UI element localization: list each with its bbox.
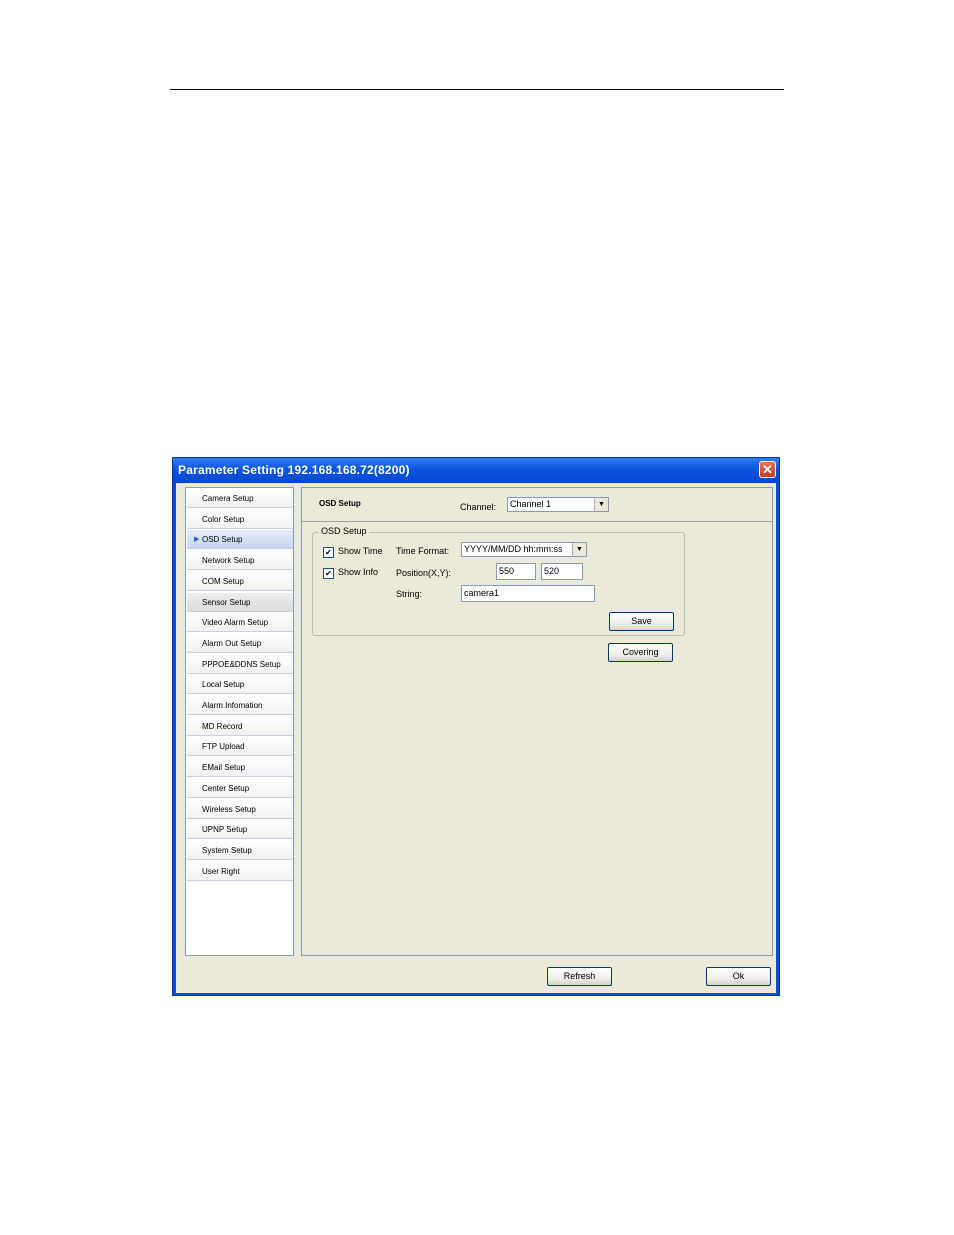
- sidebar-item-label: FTP Upload: [202, 742, 245, 752]
- sidebar-item[interactable]: Camera Setup: [187, 489, 293, 508]
- time-format-value: YYYY/MM/DD hh:mm:ss: [464, 544, 563, 554]
- sidebar-item-label: Video Alarm Setup: [202, 618, 269, 628]
- title-bar[interactable]: Parameter Setting 192.168.168.72(8200) ✕: [173, 458, 779, 483]
- sidebar-item-label: Sensor Setup: [202, 597, 251, 607]
- chevron-down-icon[interactable]: ▼: [572, 543, 586, 556]
- sidebar-item[interactable]: Alarm Out Setup: [187, 633, 293, 653]
- show-time-label: Show Time: [338, 546, 383, 556]
- sidebar-item[interactable]: PPPOE&DDNS Setup: [187, 654, 293, 674]
- sidebar-item[interactable]: ▶ OSD Setup: [187, 530, 293, 550]
- panel-header: OSD Setup Channel: Channel 1 ▼: [302, 488, 772, 522]
- sidebar-item[interactable]: Wireless Setup: [187, 799, 293, 819]
- window-title: Parameter Setting 192.168.168.72(8200): [178, 463, 410, 477]
- sidebar-item[interactable]: Alarm Infomation: [187, 696, 293, 715]
- sidebar-item[interactable]: System Setup: [187, 840, 293, 860]
- refresh-button[interactable]: Refresh: [547, 967, 612, 986]
- channel-select-value: Channel 1: [510, 499, 552, 509]
- show-info-label: Show Info: [338, 567, 379, 577]
- string-input[interactable]: camera1: [461, 585, 595, 602]
- sidebar-item[interactable]: Video Alarm Setup: [187, 613, 293, 633]
- sidebar-item[interactable]: UPNP Setup: [187, 820, 293, 840]
- sidebar-item[interactable]: Center Setup: [187, 778, 293, 798]
- channel-label: Channel:: [460, 502, 497, 512]
- sidebar-item[interactable]: MD Record: [187, 716, 293, 736]
- sidebar-item[interactable]: FTP Upload: [187, 737, 293, 757]
- sidebar-item-label: Network Setup: [202, 556, 255, 566]
- sidebar-item-label: User Right: [202, 866, 240, 876]
- sidebar-item[interactable]: Network Setup: [187, 551, 293, 571]
- sidebar-item-label: System Setup: [202, 845, 252, 855]
- chevron-down-icon[interactable]: ▼: [594, 498, 608, 511]
- settings-sidebar: Camera Setup Color Setup ▶ OSD Setup Network…: [185, 487, 294, 956]
- channel-select[interactable]: Channel 1 ▼: [507, 497, 609, 512]
- sidebar-item-label: OSD Setup: [202, 535, 243, 545]
- ok-button[interactable]: Ok: [706, 967, 771, 986]
- time-format-select[interactable]: YYYY/MM/DD hh:mm:ss ▼: [461, 542, 587, 557]
- osd-setup-panel: OSD Setup Channel: Channel 1 ▼ OSD Setup…: [301, 487, 773, 956]
- sidebar-item-label: Alarm Out Setup: [202, 638, 262, 648]
- position-label: Position(X,Y):: [396, 568, 452, 578]
- sidebar-item-label: Center Setup: [202, 783, 250, 793]
- covering-button[interactable]: Covering: [608, 643, 673, 662]
- time-format-label: Time Format:: [396, 546, 450, 556]
- sidebar-item-label: COM Setup: [202, 576, 244, 586]
- sidebar-item-label: MD Record: [202, 721, 243, 731]
- sidebar-item-label: Local Setup: [202, 680, 245, 690]
- sidebar-item-label: Alarm Infomation: [202, 701, 263, 710]
- sidebar-item[interactable]: Local Setup: [187, 675, 293, 695]
- sidebar-item-label: EMail Setup: [202, 763, 246, 773]
- sidebar-item-label: UPNP Setup: [202, 825, 248, 835]
- page-header-rule: [170, 89, 784, 90]
- panel-title: OSD Setup: [319, 499, 361, 508]
- show-info-checkbox[interactable]: ✔: [323, 568, 334, 579]
- sidebar-item[interactable]: Color Setup: [187, 509, 293, 529]
- string-label: String:: [396, 589, 423, 599]
- sidebar-item-label: Wireless Setup: [202, 804, 256, 814]
- sidebar-item[interactable]: User Right: [187, 861, 293, 881]
- sidebar-item[interactable]: Sensor Setup: [187, 592, 293, 612]
- save-button[interactable]: Save: [609, 612, 674, 631]
- position-x-input[interactable]: 550: [496, 563, 536, 580]
- osd-setup-group: OSD Setup ✔ Show Time ✔ Show Info Time F…: [312, 526, 685, 636]
- parameter-setting-dialog: Parameter Setting 192.168.168.72(8200) ✕…: [172, 457, 780, 996]
- sidebar-item-label: Camera Setup: [202, 494, 254, 503]
- group-title: OSD Setup: [319, 526, 369, 536]
- selected-arrow-icon: ▶: [194, 536, 200, 544]
- sidebar-item-label: Color Setup: [202, 514, 245, 524]
- sidebar-item[interactable]: EMail Setup: [187, 758, 293, 778]
- close-icon[interactable]: ✕: [759, 461, 776, 478]
- sidebar-item[interactable]: COM Setup: [187, 571, 293, 591]
- show-time-checkbox[interactable]: ✔: [323, 547, 334, 558]
- sidebar-item-label: PPPOE&DDNS Setup: [202, 659, 281, 669]
- dialog-client-area: Camera Setup Color Setup ▶ OSD Setup Network…: [176, 483, 776, 993]
- position-y-input[interactable]: 520: [541, 563, 583, 580]
